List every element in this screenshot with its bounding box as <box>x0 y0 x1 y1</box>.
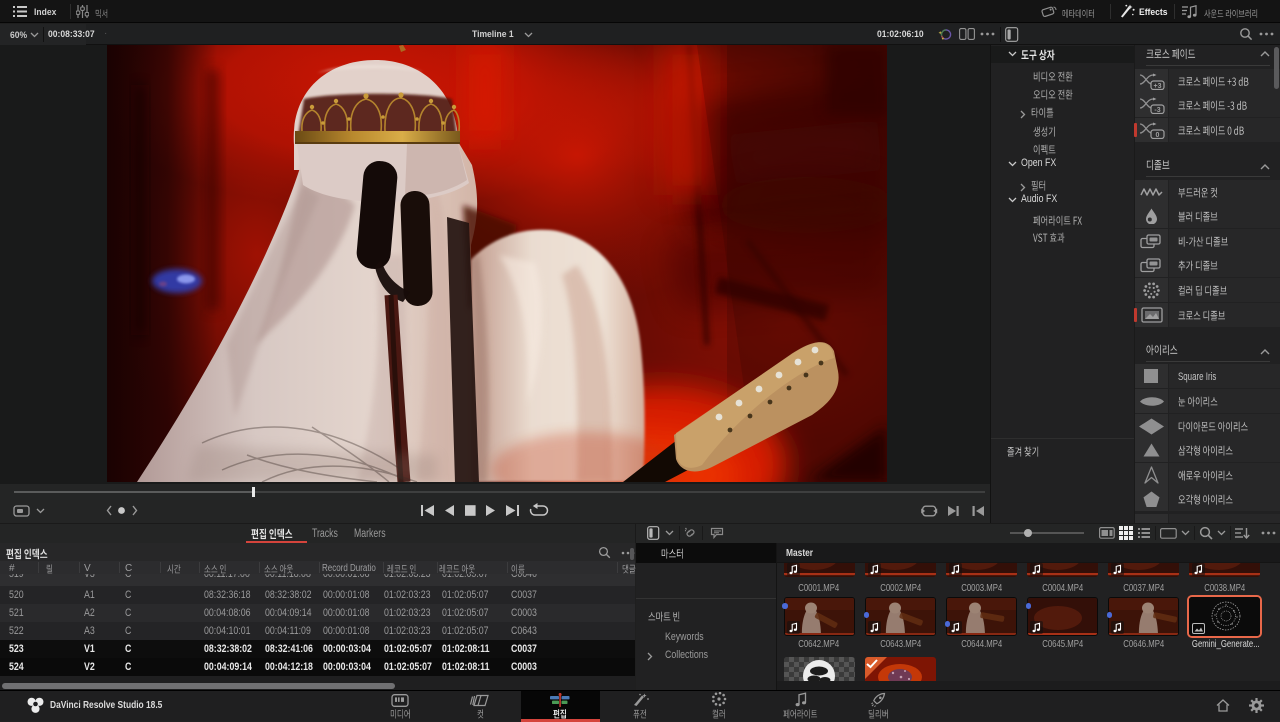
svg-text:-3: -3 <box>1154 107 1160 114</box>
svg-text:0: 0 <box>1156 132 1160 139</box>
svg-text:+3: +3 <box>1154 82 1162 89</box>
